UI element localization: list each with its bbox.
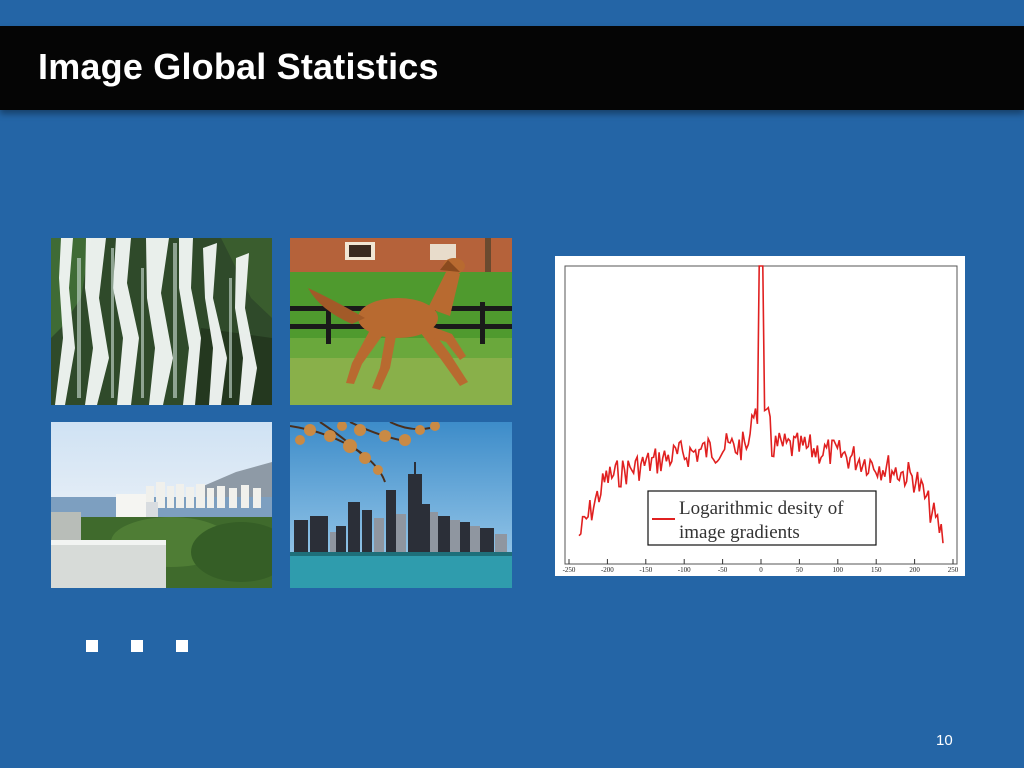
plot-canvas: Logarithmic desity of image gradients -2… — [563, 265, 959, 574]
x-tick-label: 50 — [796, 566, 804, 574]
x-axis-ticks: -250 -200 -150 -100 -50 0 50 100 150 200 250 — [563, 559, 959, 574]
x-tick-label: -100 — [678, 566, 691, 574]
continuation-mark — [86, 640, 98, 652]
waterfall-photo — [51, 238, 272, 405]
x-tick-label: 100 — [833, 566, 844, 574]
x-tick-label: 200 — [909, 566, 920, 574]
x-tick-label: -50 — [718, 566, 728, 574]
x-tick-label: -250 — [563, 566, 576, 574]
x-tick-label: -200 — [601, 566, 614, 574]
continuation-mark — [131, 640, 143, 652]
legend-label-line2: image gradients — [679, 522, 800, 543]
coastal-city-photo — [51, 422, 272, 588]
x-tick-label: 150 — [871, 566, 882, 574]
gradient-density-plot: Logarithmic desity of image gradients -2… — [555, 256, 965, 576]
slide-number: 10 — [936, 732, 953, 749]
city-skyline-photo — [290, 422, 512, 588]
slide-top-strip — [0, 0, 1024, 26]
x-tick-label: -150 — [639, 566, 652, 574]
x-tick-label: 0 — [759, 566, 763, 574]
x-tick-label: 250 — [948, 566, 959, 574]
legend-label-line1: Logarithmic desity of — [679, 498, 844, 519]
continuation-mark — [176, 640, 188, 652]
slide-title: Image Global Statistics — [38, 46, 439, 87]
horse-photo — [290, 238, 512, 405]
plot-legend: Logarithmic desity of image gradients — [647, 490, 877, 546]
